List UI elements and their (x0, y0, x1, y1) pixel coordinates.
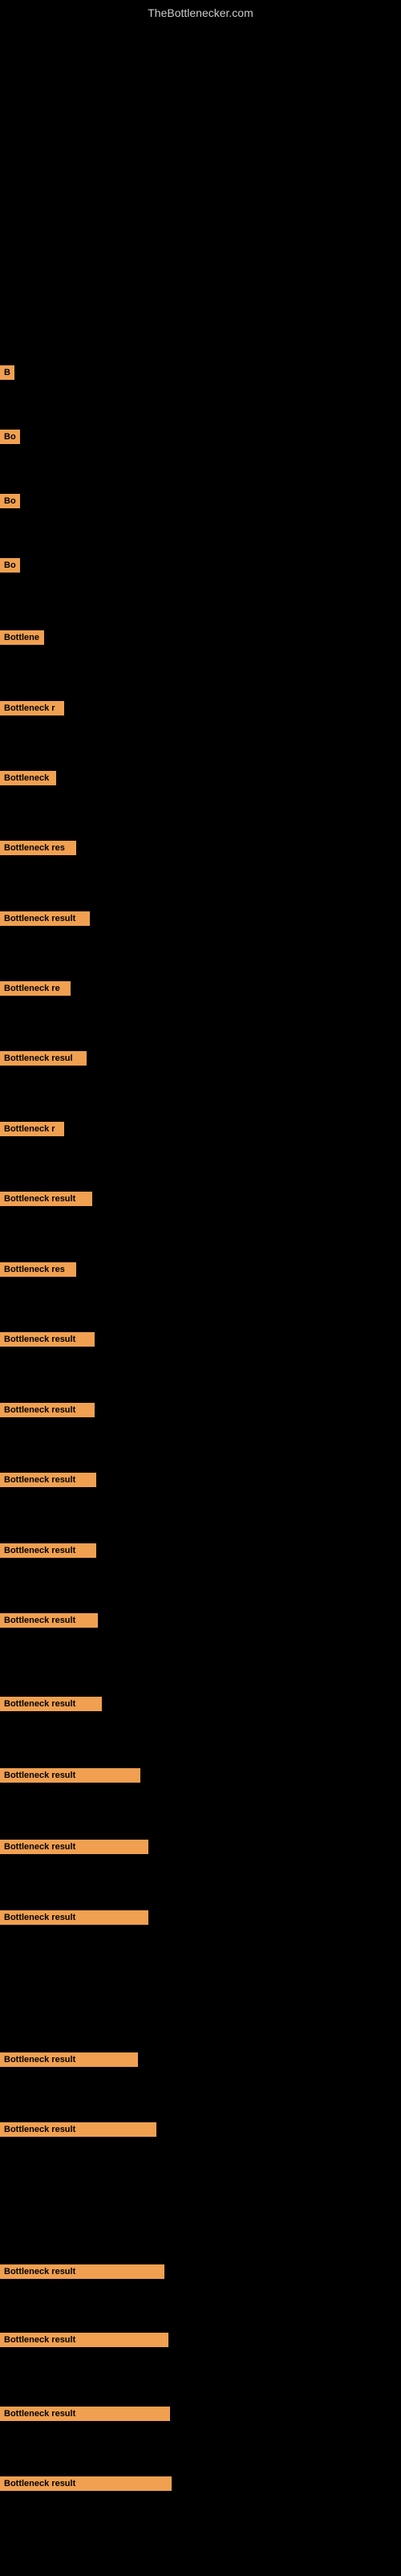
result-label: Bottleneck resul (0, 1051, 87, 1066)
result-item: Bottleneck result (0, 2118, 401, 2141)
result-item: Bo (0, 554, 401, 577)
result-item: Bottleneck result (0, 1328, 401, 1351)
result-item: Bottleneck result (0, 1764, 401, 1787)
result-item: Bottleneck res (0, 837, 401, 859)
result-label: Bo (0, 494, 20, 508)
result-item: Bottleneck result (0, 2472, 401, 2495)
result-label: Bottleneck result (0, 911, 90, 926)
result-item: Bottleneck result (0, 1609, 401, 1632)
result-label: Bottleneck result (0, 1473, 96, 1487)
result-label: Bottleneck result (0, 1192, 92, 1206)
result-label: Bottleneck result (0, 2122, 156, 2137)
result-label: B (0, 365, 14, 380)
result-label: Bottleneck result (0, 1768, 140, 1783)
result-item: Bottleneck r (0, 697, 401, 719)
result-item: Bottleneck result (0, 1906, 401, 1929)
result-item: Bottleneck result (0, 2329, 401, 2351)
result-label: Bottleneck result (0, 2407, 170, 2421)
result-item: Bottleneck result (0, 1399, 401, 1421)
result-item: Bottleneck result (0, 907, 401, 930)
result-label: Bottleneck (0, 771, 56, 785)
result-label: Bottleneck res (0, 1262, 76, 1277)
result-item: Bottleneck result (0, 1836, 401, 1858)
result-item: Bottleneck res (0, 1258, 401, 1281)
result-label: Bottleneck res (0, 841, 76, 855)
result-label: Bottleneck result (0, 2333, 168, 2347)
result-item: Bottleneck result (0, 1469, 401, 1491)
result-label: Bottleneck result (0, 1332, 95, 1347)
result-item: Bottleneck r (0, 1118, 401, 1140)
result-label: Bo (0, 558, 20, 573)
result-item: Bottleneck result (0, 2048, 401, 2071)
result-item: Bottleneck result (0, 1188, 401, 1210)
result-label: Bottleneck result (0, 1543, 96, 1558)
result-label: Bottleneck result (0, 1910, 148, 1925)
result-item: Bo (0, 490, 401, 512)
result-label: Bottlene (0, 630, 44, 645)
site-title: TheBottlenecker.com (0, 0, 401, 22)
result-item: Bo (0, 426, 401, 448)
result-label: Bottleneck re (0, 981, 71, 996)
result-item: Bottlene (0, 626, 401, 649)
result-item: Bottleneck result (0, 1693, 401, 1715)
result-label: Bottleneck result (0, 2052, 138, 2067)
result-label: Bo (0, 430, 20, 444)
result-item: Bottleneck re (0, 977, 401, 1000)
result-label: Bottleneck r (0, 1122, 64, 1136)
result-label: Bottleneck result (0, 1403, 95, 1417)
result-label: Bottleneck result (0, 1613, 98, 1628)
result-item: Bottleneck resul (0, 1047, 401, 1070)
result-item: Bottleneck result (0, 2403, 401, 2425)
result-item: Bottleneck result (0, 1539, 401, 1562)
result-item: Bottleneck (0, 767, 401, 789)
result-label: Bottleneck result (0, 2476, 172, 2491)
result-label: Bottleneck result (0, 1840, 148, 1854)
result-label: Bottleneck r (0, 701, 64, 715)
result-label: Bottleneck result (0, 1697, 102, 1711)
result-item: B (0, 361, 401, 384)
result-label: Bottleneck result (0, 2264, 164, 2279)
result-item: Bottleneck result (0, 2260, 401, 2283)
